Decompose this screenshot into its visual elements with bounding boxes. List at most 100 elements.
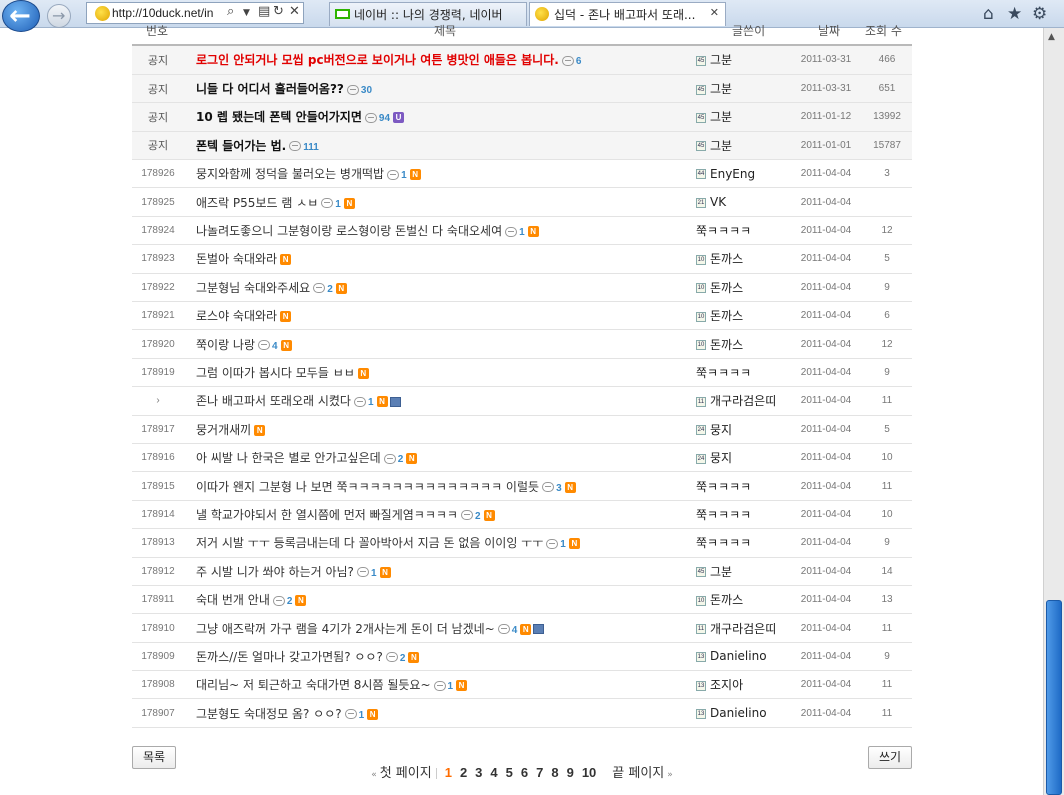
post-title[interactable]: 숙대 번개 안내	[196, 593, 270, 607]
post-title[interactable]: 쭉이랑 나랑	[196, 338, 255, 352]
post-title-cell[interactable]: 뭉거개새끼 N	[184, 415, 696, 443]
close-tab-icon[interactable]: ✕	[710, 6, 719, 19]
comment-count[interactable]: 1	[371, 568, 377, 579]
post-author[interactable]: 그분	[710, 110, 732, 124]
post-title[interactable]: 낼 학교가야되서 한 열시쯤에 먼저 빠질게염ㅋㅋㅋㅋ	[196, 508, 458, 522]
comment-count[interactable]: 1	[519, 227, 525, 238]
table-row[interactable]: 178915 이따가 왠지 그분형 나 보면 쭉ㅋㅋㅋㅋㅋㅋㅋㅋㅋㅋㅋㅋㅋㅋ 이럴…	[132, 472, 912, 501]
post-author[interactable]: Danielino	[710, 649, 767, 663]
post-author[interactable]: 뭉지	[710, 451, 732, 465]
table-row[interactable]: 178922 그분형님 숙대와주세요 2 N 10 돈까스 2011-04-04 9	[132, 273, 912, 302]
back-button[interactable]: ←	[2, 0, 40, 32]
notice-row[interactable]: 공지 로그인 안되거나 모씹 pc버전으로 보이거나 여튼 병맛인 애들은 봅니다…	[132, 46, 912, 75]
post-title-cell[interactable]: 그분형님 숙대와주세요 2 N	[184, 273, 696, 301]
notice-row[interactable]: 공지 폰텍 들어가는 법. 111 45 그분 2011-01-01 15787	[132, 131, 912, 160]
table-row[interactable]: 178925 애즈락 P55보드 램 ㅅㅂ 1 N 21 VK 2011-04-04	[132, 188, 912, 217]
comment-count[interactable]: 111	[303, 142, 319, 153]
table-row[interactable]: 178926 뭉지와함께 정덕을 불러오는 병개떡밥 1 N 44 EnyEng 2011-…	[132, 160, 912, 188]
post-title[interactable]: 로스야 숙대와라	[196, 309, 277, 323]
post-title[interactable]: 니들 다 어디서 흘러들어옴??	[196, 82, 344, 96]
comment-count[interactable]: 30	[361, 85, 372, 96]
stop-icon[interactable]: ✕	[289, 4, 300, 19]
post-title-cell[interactable]: 낼 학교가야되서 한 열시쯤에 먼저 빠질게염ㅋㅋㅋㅋ 2 N	[184, 500, 696, 528]
page-link[interactable]: 4	[490, 765, 497, 780]
post-author-cell[interactable]: 45 그분	[696, 103, 790, 131]
gear-icon[interactable]: ⚙	[1032, 4, 1047, 24]
notice-row[interactable]: 공지 10 렙 됐는데 폰텍 안들어가지면 94 U 45 그분 2011-01-12 139…	[132, 102, 912, 132]
post-title[interactable]: 돈벌아 숙대와라	[196, 252, 277, 266]
col-views[interactable]: 조회 수	[865, 22, 902, 39]
post-title-cell[interactable]: 이따가 왠지 그분형 나 보면 쭉ㅋㅋㅋㅋㅋㅋㅋㅋㅋㅋㅋㅋㅋㅋ 이럴듯 3 N	[184, 472, 696, 500]
post-title[interactable]: 그분형도 숙대정모 옴? ㅇㅇ?	[196, 707, 342, 721]
address-bar[interactable]: http://10duck.net/in ⌕ ▼ ▤ ↻ ✕	[86, 2, 304, 24]
post-author-cell[interactable]: 11 개구라검은띠	[696, 387, 790, 415]
table-row[interactable]: 178916 아 씨발 나 한국은 별로 안가고싶은데 2 N 24 뭉지 2011-04-…	[132, 443, 912, 472]
tab-naver[interactable]: 네이버 :: 나의 경쟁력, 네이버	[329, 2, 527, 26]
table-row[interactable]: 178917 뭉거개새끼 N 24 뭉지 2011-04-04 5	[132, 415, 912, 444]
post-author-cell[interactable]: 10 돈까스	[696, 330, 790, 358]
post-title-cell[interactable]: 애즈락 P55보드 램 ㅅㅂ 1 N	[184, 188, 696, 216]
post-author[interactable]: 개구라검은띠	[710, 394, 776, 408]
post-title-cell[interactable]: 돈까스//돈 얼마나 갖고가면됨? ㅇㅇ? 2 N	[184, 642, 696, 670]
compat-view-icon[interactable]: ▤	[258, 4, 270, 19]
post-title[interactable]: 그분형님 숙대와주세요	[196, 281, 310, 295]
post-author-cell[interactable]: 쭉ㅋㅋㅋㅋ	[696, 472, 790, 500]
post-author[interactable]: 조지아	[710, 678, 743, 692]
col-author[interactable]: 글쓴이	[732, 22, 765, 39]
last-page-link[interactable]: 끝 페이지	[612, 766, 664, 781]
post-title-cell[interactable]: 대리님~ 저 퇴근하고 숙대가면 8시쯤 될듯요~ 1 N	[184, 671, 696, 699]
post-author[interactable]: 쭉ㅋㅋㅋㅋ	[696, 508, 751, 522]
post-title-cell[interactable]: 그분형도 숙대정모 옴? ㅇㅇ? 1 N	[184, 699, 696, 727]
post-title-cell[interactable]: 10 렙 됐는데 폰텍 안들어가지면 94 U	[184, 103, 696, 131]
table-row[interactable]: 178920 쭉이랑 나랑 4 N 10 돈까스 2011-04-04 12	[132, 330, 912, 359]
post-author[interactable]: EnyEng	[710, 167, 755, 181]
col-date[interactable]: 날짜	[818, 22, 840, 39]
comment-count[interactable]: 2	[287, 596, 293, 607]
col-no[interactable]: 번호	[146, 22, 168, 39]
home-icon[interactable]: ⌂	[983, 4, 994, 24]
table-row[interactable]: 178907 그분형도 숙대정모 옴? ㅇㅇ? 1 N 13 Danielino 2011-…	[132, 699, 912, 728]
page-link[interactable]: 9	[567, 765, 574, 780]
scroll-up-icon[interactable]: ▲	[1048, 32, 1055, 42]
comment-count[interactable]: 2	[327, 284, 333, 295]
post-title-cell[interactable]: 숙대 번개 안내 2 N	[184, 585, 696, 613]
favorites-star-icon[interactable]: ★	[1007, 4, 1022, 24]
col-title[interactable]: 제목	[434, 22, 456, 39]
comment-count[interactable]: 1	[560, 539, 566, 550]
post-title-cell[interactable]: 돈벌아 숙대와라 N	[184, 245, 696, 273]
first-page-link[interactable]: 첫 페이지	[380, 766, 432, 781]
post-author-cell[interactable]: 44 EnyEng	[696, 160, 790, 188]
last-page-arrow-icon[interactable]: »	[667, 770, 673, 780]
post-title[interactable]: 뭉지와함께 정덕을 불러오는 병개떡밥	[196, 167, 384, 181]
table-row[interactable]: 178919 그럼 이따가 봅시다 모두들 ㅂㅂ N 쭉ㅋㅋㅋㅋ 2011-04-04 9	[132, 358, 912, 387]
refresh-icon[interactable]: ↻	[273, 4, 284, 19]
post-author[interactable]: 돈까스	[710, 252, 743, 266]
post-author[interactable]: VK	[710, 195, 726, 209]
post-author-cell[interactable]: 쭉ㅋㅋㅋㅋ	[696, 500, 790, 528]
post-title-cell[interactable]: 로스야 숙대와라 N	[184, 302, 696, 330]
post-author-cell[interactable]: 45 그분	[696, 46, 790, 74]
comment-count[interactable]: 4	[272, 341, 278, 352]
post-author-cell[interactable]: 45 그분	[696, 131, 790, 159]
post-title-cell[interactable]: 그냥 애즈락꺼 가구 램을 4기가 2개사는게 돈이 더 남겠네~ 4 N	[184, 614, 696, 642]
post-author[interactable]: 쭉ㅋㅋㅋㅋ	[696, 224, 751, 238]
comment-count[interactable]: 4	[512, 625, 518, 636]
post-author-cell[interactable]: 10 돈까스	[696, 245, 790, 273]
post-author[interactable]: 그분	[710, 565, 732, 579]
page-link[interactable]: 10	[582, 765, 596, 780]
post-author[interactable]: 돈까스	[710, 593, 743, 607]
post-title[interactable]: 대리님~ 저 퇴근하고 숙대가면 8시쯤 될듯요~	[196, 678, 431, 692]
post-author-cell[interactable]: 쭉ㅋㅋㅋㅋ	[696, 358, 790, 386]
notice-row[interactable]: 공지 니들 다 어디서 흘러들어옴?? 30 45 그분 2011-03-31 651	[132, 74, 912, 103]
post-title[interactable]: 애즈락 P55보드 램 ㅅㅂ	[196, 196, 318, 210]
comment-count[interactable]: 2	[475, 511, 481, 522]
comment-count[interactable]: 2	[398, 454, 404, 465]
comment-count[interactable]: 94	[379, 113, 390, 124]
post-author-cell[interactable]: 쭉ㅋㅋㅋㅋ	[696, 529, 790, 557]
comment-count[interactable]: 3	[556, 483, 562, 494]
post-title[interactable]: 나놀려도좋으니 그분형이랑 로스형이랑 돈벌신 다 숙대오세여	[196, 224, 502, 238]
page-link[interactable]: 2	[460, 765, 467, 780]
tab-10duck[interactable]: 십덕 - 존나 배고파서 또래... ✕	[529, 2, 726, 26]
post-author[interactable]: 그분	[710, 53, 732, 67]
post-author[interactable]: 돈까스	[710, 281, 743, 295]
